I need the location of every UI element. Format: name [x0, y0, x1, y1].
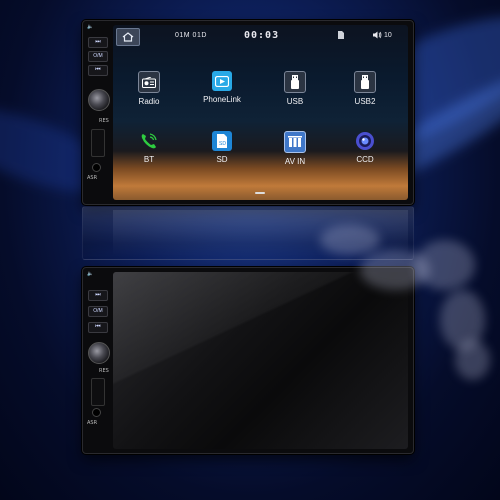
app-ccd[interactable]: CCD	[335, 131, 395, 164]
card-slot[interactable]	[91, 129, 105, 157]
app-label: Radio	[138, 97, 160, 106]
app-usb[interactable]: USB	[265, 71, 325, 106]
power-volume-icon: 🔈	[87, 24, 94, 30]
app-label: USB	[286, 97, 304, 106]
app-radio[interactable]: Radio	[119, 71, 179, 106]
radio-icon	[138, 71, 160, 93]
clock-display: 00:03	[244, 30, 280, 41]
next-track-button[interactable]: ⏭	[88, 37, 108, 48]
sd-card-icon	[337, 31, 344, 41]
mode-button[interactable]: O/M	[88, 51, 108, 62]
sd-icon: SD	[212, 131, 232, 151]
smoke-wisp	[415, 240, 475, 290]
app-av-in[interactable]: AV IN	[265, 131, 325, 166]
reset-label: RES	[99, 118, 109, 124]
app-phonelink[interactable]: PhoneLink	[192, 71, 252, 104]
app-label: CCD	[356, 155, 374, 164]
app-label: USB2	[354, 97, 376, 106]
previous-track-button[interactable]: ⏮	[88, 322, 108, 333]
screen-glare	[113, 272, 408, 449]
app-sd[interactable]: SD SD	[192, 131, 252, 164]
car-stereo-unit-off: 🔈 ⏭ O/M ⏮ RES ASR	[82, 267, 414, 454]
car-stereo-unit-powered: 🔈 ⏭ O/M ⏮ RES ASR 01M 01D 00:03 10 Radio…	[82, 20, 414, 205]
home-icon	[122, 32, 134, 42]
reset-label: RES	[99, 368, 109, 374]
volume-knob[interactable]	[88, 89, 110, 111]
mic-jack	[92, 163, 101, 172]
app-label: AV IN	[284, 157, 306, 166]
svg-text:SD: SD	[219, 141, 226, 147]
smoke-wisp	[455, 340, 490, 380]
speaker-icon	[373, 31, 382, 39]
camera-icon	[355, 131, 375, 151]
asr-label: ASR	[87, 420, 98, 426]
smoke-wisp	[320, 225, 380, 255]
blank-screen[interactable]	[113, 272, 408, 449]
page-indicator	[255, 192, 265, 194]
usb-icon	[284, 71, 306, 93]
volume-indicator[interactable]: 10	[373, 31, 392, 39]
app-label: SD	[216, 155, 228, 164]
power-volume-icon: 🔈	[87, 271, 94, 277]
app-grid: Radio PhoneLink USB USB2 BT SD SD AV IN …	[113, 47, 408, 177]
date-display: 01M 01D	[175, 32, 207, 39]
home-button[interactable]	[116, 28, 140, 46]
app-usb2[interactable]: USB2	[335, 71, 395, 106]
side-control-panel: 🔈 ⏭ O/M ⏮ RES ASR	[83, 21, 111, 204]
asr-label: ASR	[87, 175, 98, 181]
next-track-button[interactable]: ⏭	[88, 290, 108, 301]
previous-track-button[interactable]: ⏮	[88, 65, 108, 76]
volume-level: 10	[384, 31, 392, 39]
status-bar: 01M 01D 00:03 10	[113, 25, 408, 47]
av-in-icon	[284, 131, 306, 153]
bluetooth-phone-icon	[139, 131, 159, 151]
mic-jack	[92, 408, 101, 417]
touch-screen[interactable]: 01M 01D 00:03 10 Radio PhoneLink USB USB…	[113, 25, 408, 200]
app-label: BT	[143, 155, 155, 164]
volume-knob[interactable]	[88, 342, 110, 364]
usb2-icon	[354, 71, 376, 93]
app-bt[interactable]: BT	[119, 131, 179, 164]
side-control-panel: 🔈 ⏭ O/M ⏮ RES ASR	[83, 268, 111, 453]
phonelink-icon	[212, 71, 232, 91]
card-slot[interactable]	[91, 378, 105, 406]
mode-button[interactable]: O/M	[88, 306, 108, 317]
app-label: PhoneLink	[203, 95, 241, 104]
